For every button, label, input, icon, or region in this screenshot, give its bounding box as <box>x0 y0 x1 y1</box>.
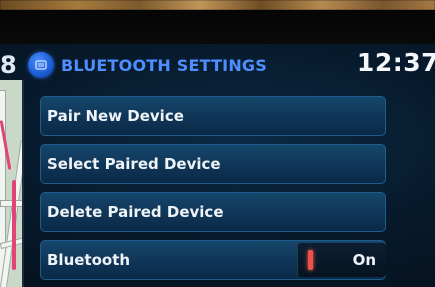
toggle-indicator <box>308 250 313 270</box>
screen-bezel <box>0 10 435 44</box>
menu-item-label: Delete Paired Device <box>47 203 224 221</box>
delete-paired-device-button[interactable]: Delete Paired Device <box>40 192 386 232</box>
pair-new-device-button[interactable]: Pair New Device <box>40 96 386 136</box>
menu-item-label: Bluetooth <box>47 251 131 269</box>
menu-item-label: Select Paired Device <box>47 155 221 173</box>
menu-item-label: Pair New Device <box>47 107 184 125</box>
bluetooth-icon <box>28 52 54 78</box>
map-sliver <box>0 80 24 287</box>
map-edge-digit: 8 <box>0 51 17 79</box>
navigation-route <box>12 180 16 270</box>
bluetooth-toggle-row[interactable]: Bluetooth On <box>40 240 386 280</box>
bluetooth-toggle[interactable]: On <box>297 243 386 277</box>
toggle-value: On <box>352 251 376 269</box>
settings-header: BLUETOOTH SETTINGS <box>28 50 267 80</box>
dashboard-trim <box>0 0 435 10</box>
clock: 12:37 <box>356 48 435 77</box>
page-title: BLUETOOTH SETTINGS <box>61 55 267 75</box>
select-paired-device-button[interactable]: Select Paired Device <box>40 144 386 184</box>
infotainment-screen: 8 BLUETOOTH SETTINGS 12:37 Pair New Devi… <box>0 0 435 287</box>
